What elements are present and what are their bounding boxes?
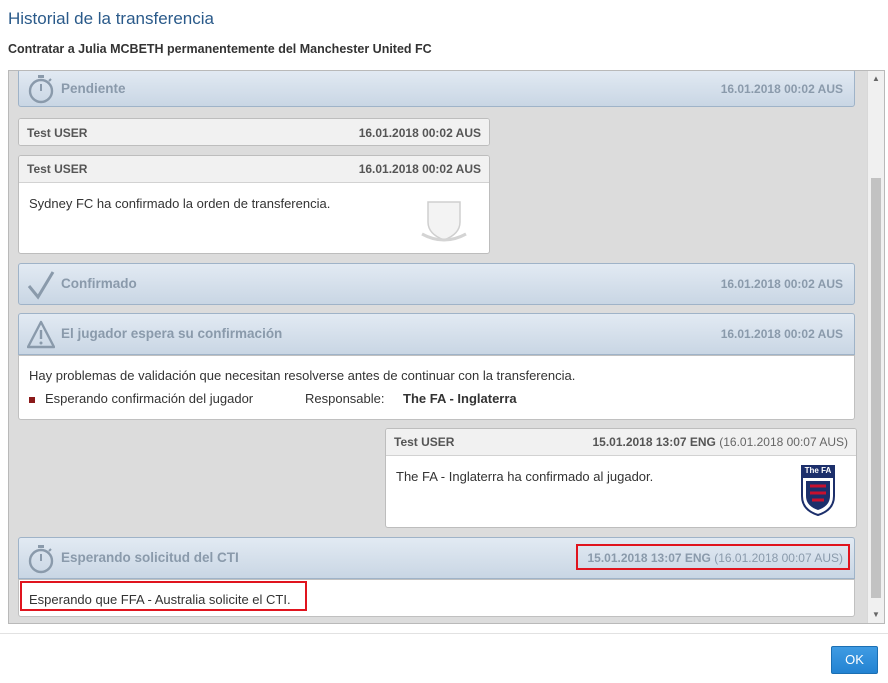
- footer-divider: [0, 633, 888, 634]
- status-confirmado: Confirmado 16.01.2018 00:02 AUS: [18, 263, 855, 305]
- ok-button[interactable]: OK: [831, 646, 878, 674]
- comment-text: Sydney FC ha confirmado la orden de tran…: [29, 196, 331, 211]
- comment-header: Test USER 15.01.2018 13:07 ENG (16.01.20…: [386, 429, 856, 456]
- pending-item: Esperando confirmación del jugador: [29, 391, 253, 406]
- comment-card: Test USER 16.01.2018 00:02 AUS Sydney FC…: [18, 155, 490, 254]
- status-title: Esperando solicitud del CTI: [61, 550, 239, 565]
- history-scroll-area[interactable]: Pendiente 16.01.2018 00:02 AUS Test USER…: [8, 70, 885, 624]
- comment-date: 15.01.2018 13:07 ENG (16.01.2018 00:07 A…: [592, 435, 848, 449]
- the-fa-crest-icon: The FA: [799, 465, 839, 521]
- comment-card: Test USER 15.01.2018 13:07 ENG (16.01.20…: [385, 428, 857, 528]
- status-espera: El jugador espera su confirmación 16.01.…: [18, 313, 855, 355]
- comment-date: 16.01.2018 00:02 AUS: [358, 162, 481, 176]
- highlight-box-message: [20, 581, 307, 611]
- status-title: Confirmado: [61, 276, 137, 291]
- status-date: 16.01.2018 00:02 AUS: [720, 327, 843, 341]
- responsible-value: The FA - Inglaterra: [403, 391, 517, 406]
- bullet-icon: [29, 396, 35, 403]
- vertical-scrollbar[interactable]: ▲ ▼: [867, 71, 884, 623]
- comment-header: Test USER 16.01.2018 00:02 AUS: [19, 156, 489, 183]
- highlight-box-date: [576, 544, 850, 570]
- warning-icon: [27, 320, 55, 349]
- status-date: 16.01.2018 00:02 AUS: [720, 277, 843, 291]
- status-title: Pendiente: [61, 81, 126, 96]
- validation-message: Hay problemas de validación que necesita…: [29, 368, 576, 383]
- checkmark-icon: [27, 271, 55, 300]
- comment-date: 16.01.2018 00:02 AUS: [358, 126, 481, 140]
- comment-text: The FA - Inglaterra ha confirmado al jug…: [396, 469, 654, 484]
- comment-card: Test USER 16.01.2018 00:02 AUS: [18, 118, 490, 146]
- status-title: El jugador espera su confirmación: [61, 326, 283, 341]
- stopwatch-icon: [28, 545, 54, 574]
- status-pendiente: Pendiente 16.01.2018 00:02 AUS: [18, 71, 855, 107]
- scroll-down-icon[interactable]: ▼: [868, 607, 884, 623]
- status-date: 16.01.2018 00:02 AUS: [720, 82, 843, 96]
- responsible-label: Responsable:: [305, 391, 385, 406]
- comment-date-main: 15.01.2018 13:07 ENG: [592, 435, 716, 449]
- club-crest-placeholder-icon: [421, 201, 467, 242]
- comment-user: Test USER: [27, 126, 88, 140]
- comment-user: Test USER: [27, 162, 88, 176]
- comment-date-alt: (16.01.2018 00:07 AUS): [719, 435, 848, 449]
- stopwatch-icon: [28, 75, 54, 104]
- pending-item-label: Esperando confirmación del jugador: [45, 391, 254, 406]
- scrollbar-thumb[interactable]: [871, 178, 881, 598]
- crest-logo-text: The FA: [801, 465, 835, 476]
- comment-user: Test USER: [394, 435, 455, 449]
- comment-header: Test USER 16.01.2018 00:02 AUS: [19, 119, 489, 145]
- scroll-up-icon[interactable]: ▲: [868, 71, 884, 87]
- dialog-title: Historial de la transferencia: [8, 9, 214, 28]
- status-espera-body: Hay problemas de validación que necesita…: [18, 355, 855, 420]
- dialog-subtitle: Contratar a Julia MCBETH permanentemente…: [8, 42, 432, 56]
